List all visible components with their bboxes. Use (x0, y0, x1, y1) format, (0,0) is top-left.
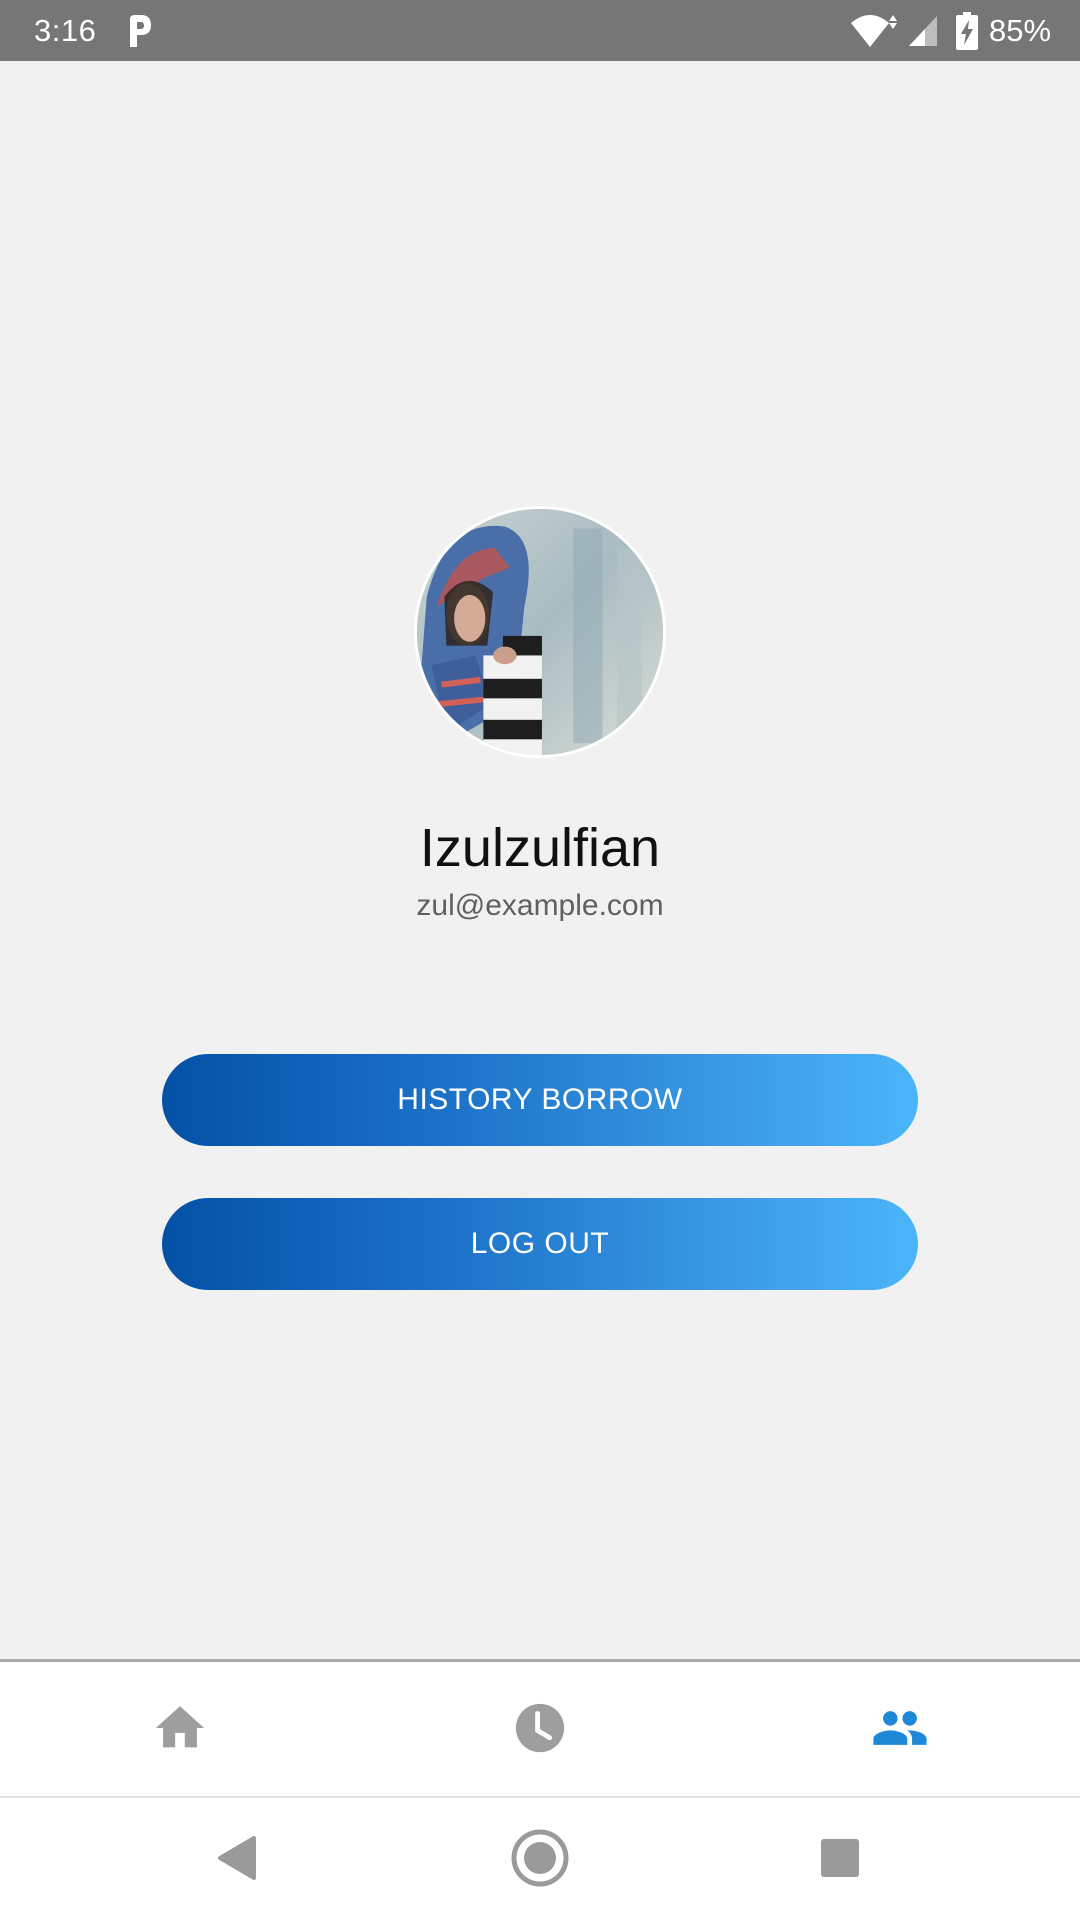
clock-icon (515, 1703, 565, 1753)
signal-icon (909, 16, 937, 46)
wifi-icon (851, 15, 897, 47)
profile-email: zul@example.com (416, 889, 664, 922)
people-icon (873, 1711, 927, 1745)
nav-item-history[interactable] (360, 1662, 720, 1796)
nav-item-profile[interactable] (720, 1662, 1080, 1796)
battery-percent: 85% (989, 13, 1052, 48)
bottom-navigation (0, 1659, 1080, 1798)
back-icon[interactable] (206, 1826, 270, 1890)
log-out-button[interactable]: LOG OUT (162, 1198, 918, 1290)
home-circle-icon[interactable] (508, 1826, 572, 1890)
status-time: 3:16 (34, 13, 97, 48)
profile-name: Izulzulfian (419, 818, 661, 878)
avatar (414, 506, 666, 758)
parking-icon (130, 15, 151, 47)
nav-item-home[interactable] (0, 1662, 360, 1796)
history-borrow-button[interactable]: HISTORY BORROW (162, 1054, 918, 1146)
home-icon (155, 1706, 205, 1748)
avatar-photo (417, 509, 663, 755)
recents-icon[interactable] (808, 1826, 872, 1890)
system-navigation-bar (0, 1798, 1080, 1920)
status-bar: 3:16 85% (0, 0, 1080, 61)
battery-charging-icon (956, 12, 978, 50)
